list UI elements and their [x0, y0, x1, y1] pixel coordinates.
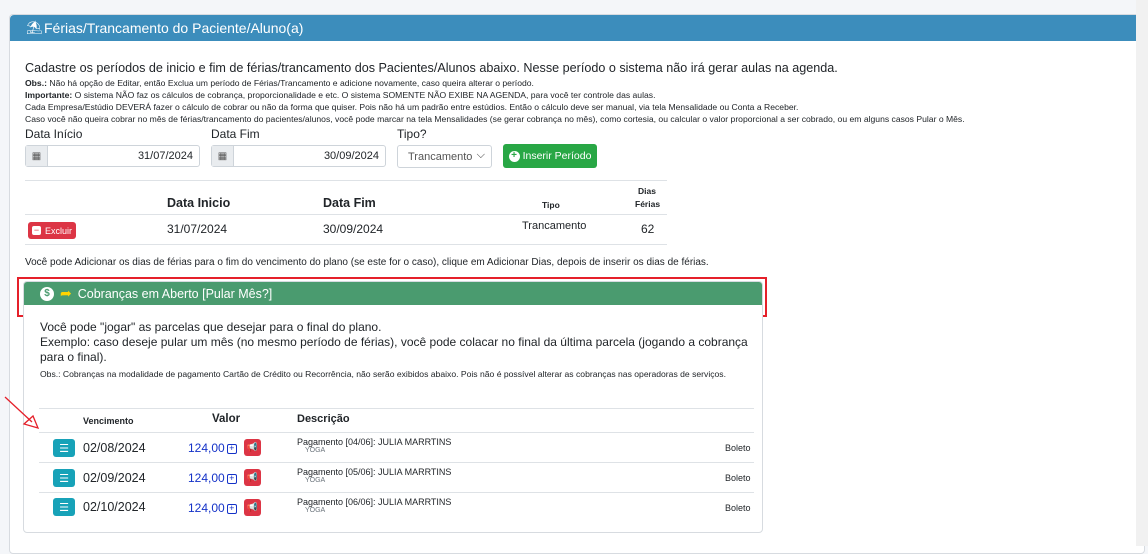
charge-method: Boleto: [725, 473, 751, 483]
plus-square-icon: +: [226, 443, 237, 454]
divider: [39, 408, 754, 409]
intro-line4: Caso você não queira cobrar no mês de fé…: [25, 113, 965, 124]
charges-text-2: Exemplo: caso deseje pular um mês (no me…: [40, 335, 748, 364]
charge-due: 02/08/2024: [83, 441, 146, 455]
charge-description: Pagamento [06/06]: JULIA MARRTINS YOGA: [297, 497, 452, 514]
insert-period-button[interactable]: + Inserir Período: [503, 144, 597, 168]
charge-due: 02/10/2024: [83, 500, 146, 514]
move-installment-button[interactable]: ☰: [53, 469, 75, 487]
umbrella-beach-icon: ⛱: [26, 20, 43, 35]
end-date-label: Data Fim: [211, 127, 260, 141]
col-days-header-1: Dias: [638, 186, 656, 196]
period-start: 31/07/2024: [167, 222, 228, 236]
charge-value[interactable]: 124,00 +: [188, 471, 237, 485]
charge-value[interactable]: 124,00 +: [188, 441, 237, 455]
col-end-header: Data Fim: [323, 196, 376, 210]
annotation-arrow: [4, 396, 40, 429]
intro-important: Importante: O sistema NÃO faz os cálculo…: [25, 90, 656, 101]
col-type-header: Tipo: [542, 200, 560, 210]
col-days-header-2: Férias: [635, 199, 661, 209]
plus-square-icon: +: [226, 473, 237, 484]
minus-icon: −: [32, 225, 41, 235]
list-icon: ☰: [59, 442, 69, 455]
chevron-down-icon: ⌵: [476, 149, 485, 161]
divider: [39, 462, 754, 463]
move-installment-button[interactable]: ☰: [53, 439, 75, 457]
start-date-field[interactable]: ▦ 31/07/2024: [25, 145, 200, 167]
end-date-value: 30/09/2024: [323, 150, 379, 162]
period-days: 62: [641, 222, 655, 236]
intro-obs: Obs.: Não há opção de Editar, então Excl…: [25, 78, 534, 89]
share-arrow-icon: ➦: [60, 285, 72, 301]
charges-text-1: Você pode "jogar" as parcelas que deseja…: [40, 320, 382, 334]
panel-title: Férias/Trancamento do Paciente/Aluno(a): [44, 20, 304, 36]
list-icon: ☰: [59, 472, 69, 485]
intro-lead: Cadastre os períodos de inicio e fim de …: [25, 61, 838, 75]
divider: [39, 492, 754, 493]
divider: [25, 244, 667, 245]
add-days-note: Você pode Adicionar os dias de férias pa…: [25, 257, 709, 268]
divider: [25, 214, 667, 215]
skip-month-button[interactable]: 📢: [244, 499, 261, 516]
vacation-panel: ⛱ Férias/Trancamento do Paciente/Aluno(a…: [9, 14, 1145, 554]
plus-circle-icon: +: [508, 150, 520, 162]
scrollbar[interactable]: [1136, 0, 1148, 546]
start-date-label: Data Início: [25, 127, 83, 141]
move-installment-button[interactable]: ☰: [53, 498, 75, 516]
divider: [25, 180, 667, 181]
col-value-header: Valor: [212, 413, 241, 425]
calendar-icon: ▦: [26, 146, 48, 166]
charges-obs: Obs.: Cobranças na modalidade de pagamen…: [40, 369, 726, 379]
start-date-value: 31/07/2024: [137, 150, 193, 162]
charges-text: Você pode "jogar" as parcelas que deseja…: [40, 320, 750, 381]
period-type: Trancamento: [522, 220, 587, 232]
panel-header: ⛱ Férias/Trancamento do Paciente/Aluno(a…: [10, 15, 1144, 41]
megaphone-icon: 📢: [246, 502, 259, 512]
col-description-header: Descrição: [297, 413, 350, 425]
plus-square-icon: +: [226, 503, 237, 514]
intro-text: Cadastre os períodos de inicio e fim de …: [25, 60, 965, 126]
charge-due: 02/09/2024: [83, 471, 146, 485]
list-icon: ☰: [59, 501, 69, 514]
type-select[interactable]: Trancamento ⌵: [397, 145, 492, 168]
skip-month-button[interactable]: 📢: [244, 469, 261, 486]
megaphone-icon: 📢: [246, 442, 259, 452]
charges-header[interactable]: $ ➦ Cobranças em Aberto [Pular Mês?]: [24, 282, 762, 305]
divider: [39, 432, 754, 433]
charge-method: Boleto: [725, 503, 751, 513]
type-label: Tipo?: [397, 127, 427, 141]
end-date-field[interactable]: ▦ 30/09/2024: [211, 145, 386, 167]
charges-title: Cobranças em Aberto [Pular Mês?]: [77, 286, 273, 301]
megaphone-icon: 📢: [246, 472, 259, 482]
money-bag-icon: $: [40, 286, 54, 301]
skip-month-button[interactable]: 📢: [244, 439, 261, 456]
charge-value[interactable]: 124,00 +: [188, 501, 237, 515]
period-end: 30/09/2024: [323, 222, 384, 236]
calendar-icon: ▦: [212, 146, 234, 166]
charges-panel: $ ➦ Cobranças em Aberto [Pular Mês?] Voc…: [23, 281, 763, 533]
charge-description: Pagamento [05/06]: JULIA MARRTINS YOGA: [297, 467, 452, 484]
charge-description: Pagamento [04/06]: JULIA MARRTINS YOGA: [297, 437, 452, 454]
intro-line3: Cada Empresa/Estúdio DEVERÁ fazer o cálc…: [25, 102, 799, 113]
charge-method: Boleto: [725, 443, 751, 453]
col-due-header: Vencimento: [83, 416, 134, 426]
col-start-header: Data Inicio: [167, 196, 231, 210]
delete-period-button[interactable]: − Excluir: [28, 222, 76, 239]
